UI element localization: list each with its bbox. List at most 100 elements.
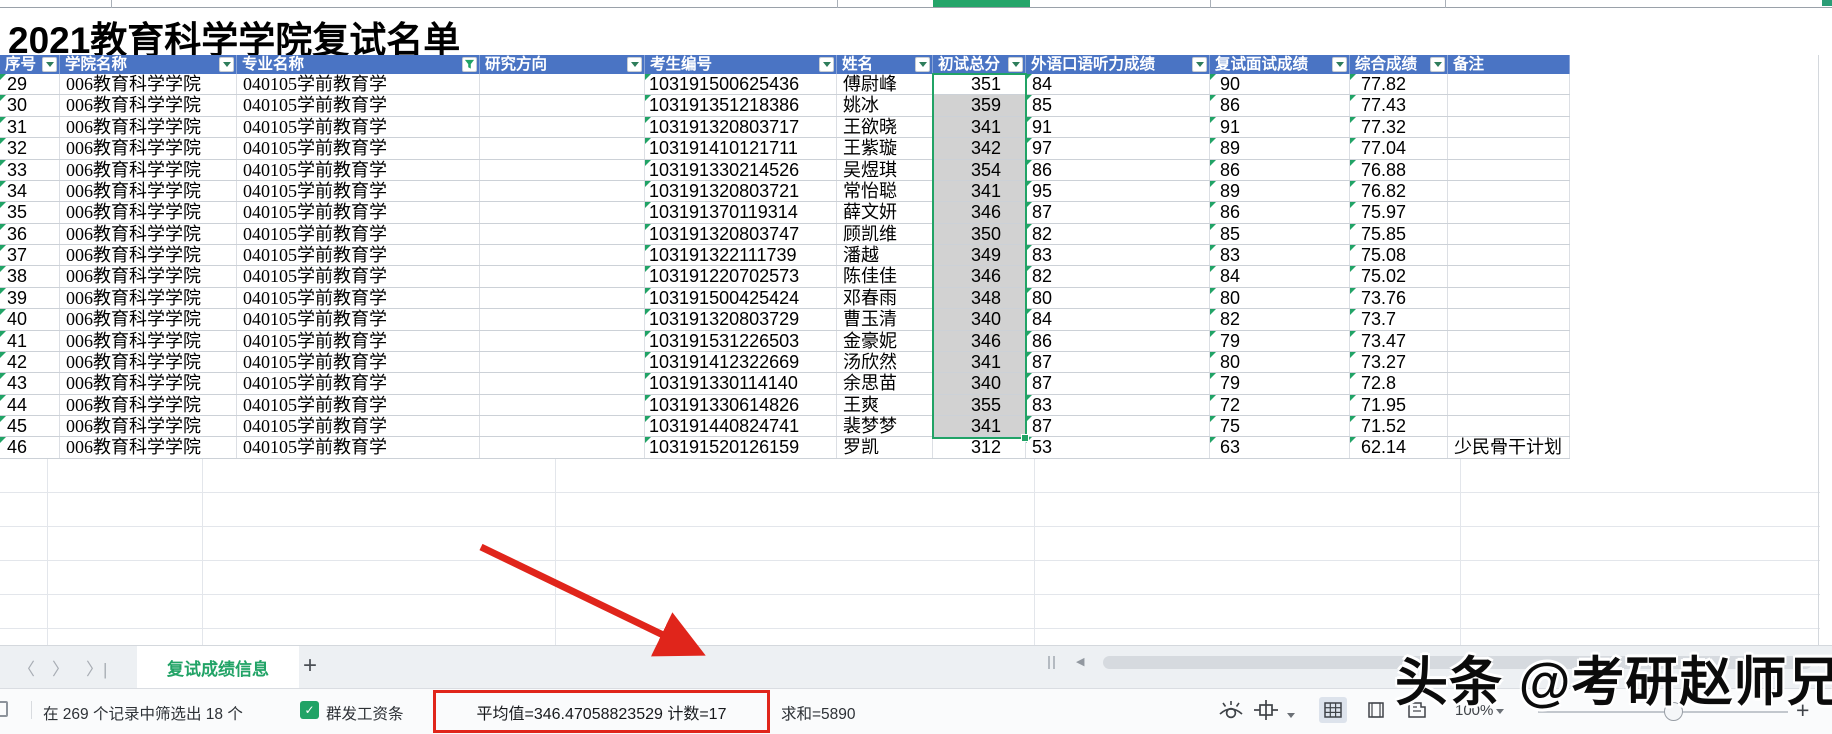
cell-direction[interactable] [480, 288, 645, 308]
cell-oral-score[interactable]: 91 [1026, 117, 1210, 137]
cell-remark[interactable] [1448, 288, 1570, 308]
cell-oral-score[interactable]: 84 [1026, 74, 1210, 94]
filter-dropdown-button[interactable] [627, 57, 642, 72]
cell-interview-score[interactable]: 91 [1210, 117, 1350, 137]
cell-remark[interactable] [1448, 416, 1570, 436]
cell-direction[interactable] [480, 202, 645, 222]
cell-direction[interactable] [480, 245, 645, 265]
cell-name[interactable]: 金豪妮 [837, 331, 933, 351]
cell-no[interactable]: 31 [0, 117, 60, 137]
cell-college[interactable]: 006教育科学学院 [60, 266, 237, 286]
cell-candidate-no[interactable]: 103191320803747 [645, 224, 837, 244]
cell-no[interactable]: 41 [0, 331, 60, 351]
cell-overall-score[interactable]: 75.02 [1350, 266, 1448, 286]
cell-overall-score[interactable]: 71.52 [1350, 416, 1448, 436]
cell-initial-score[interactable]: 350 [933, 224, 1026, 244]
cell-initial-score[interactable]: 340 [933, 373, 1026, 393]
sheet-tab-active[interactable]: 复试成绩信息 [137, 646, 299, 689]
cell-candidate-no[interactable]: 103191440824741 [645, 416, 837, 436]
cell-major[interactable]: 040105学前教育学 [237, 117, 480, 137]
cell-initial-score[interactable]: 341 [933, 352, 1026, 372]
cell-no[interactable]: 32 [0, 138, 60, 158]
cell-remark[interactable] [1448, 95, 1570, 115]
cell-candidate-no[interactable]: 103191330114140 [645, 373, 837, 393]
cell-candidate-no[interactable]: 103191330614826 [645, 395, 837, 415]
cell-direction[interactable] [480, 331, 645, 351]
header-initial-score[interactable]: 初试总分 [933, 55, 1026, 74]
cell-remark[interactable] [1448, 181, 1570, 201]
cell-candidate-no[interactable]: 103191322111739 [645, 245, 837, 265]
cell-name[interactable]: 陈佳佳 [837, 266, 933, 286]
sheet-nav-next-button[interactable]: 〉 [52, 655, 69, 680]
cell-major[interactable]: 040105学前教育学 [237, 288, 480, 308]
cell-overall-score[interactable]: 75.08 [1350, 245, 1448, 265]
cell-name[interactable]: 姚冰 [837, 95, 933, 115]
cell-candidate-no[interactable]: 103191320803729 [645, 309, 837, 329]
cell-oral-score[interactable]: 53 [1026, 437, 1210, 457]
cell-direction[interactable] [480, 437, 645, 457]
cell-initial-score[interactable]: 341 [933, 416, 1026, 436]
cell-candidate-no[interactable]: 103191500425424 [645, 288, 837, 308]
cell-interview-score[interactable]: 86 [1210, 202, 1350, 222]
cell-oral-score[interactable]: 87 [1026, 416, 1210, 436]
cell-candidate-no[interactable]: 103191320803721 [645, 181, 837, 201]
cell-college[interactable]: 006教育科学学院 [60, 309, 237, 329]
cell-overall-score[interactable]: 62.14 [1350, 437, 1448, 457]
cell-remark[interactable] [1448, 160, 1570, 180]
cell-initial-score[interactable]: 354 [933, 160, 1026, 180]
cell-initial-score[interactable]: 359 [933, 95, 1026, 115]
header-direction[interactable]: 研究方向 [480, 55, 645, 74]
cell-candidate-no[interactable]: 103191330214526 [645, 160, 837, 180]
add-sheet-button[interactable]: + [303, 652, 317, 680]
cell-initial-score[interactable]: 346 [933, 202, 1026, 222]
cell-interview-score[interactable]: 86 [1210, 95, 1350, 115]
cell-oral-score[interactable]: 87 [1026, 373, 1210, 393]
cell-no[interactable]: 40 [0, 309, 60, 329]
cell-oral-score[interactable]: 83 [1026, 245, 1210, 265]
cell-college[interactable]: 006教育科学学院 [60, 181, 237, 201]
cell-no[interactable]: 46 [0, 437, 60, 457]
cell-major[interactable]: 040105学前教育学 [237, 416, 480, 436]
header-overall-score[interactable]: 综合成绩 [1350, 55, 1448, 74]
cell-initial-score[interactable]: 348 [933, 288, 1026, 308]
cell-no[interactable]: 29 [0, 74, 60, 94]
cell-overall-score[interactable]: 73.76 [1350, 288, 1448, 308]
cell-major[interactable]: 040105学前教育学 [237, 437, 480, 457]
cell-overall-score[interactable]: 75.85 [1350, 224, 1448, 244]
cell-major[interactable]: 040105学前教育学 [237, 181, 480, 201]
cell-remark[interactable] [1448, 202, 1570, 222]
cell-name[interactable]: 潘越 [837, 245, 933, 265]
cell-major[interactable]: 040105学前教育学 [237, 395, 480, 415]
cell-remark[interactable] [1448, 331, 1570, 351]
cell-direction[interactable] [480, 395, 645, 415]
cell-no[interactable]: 38 [0, 266, 60, 286]
cell-candidate-no[interactable]: 103191500625436 [645, 74, 837, 94]
cell-interview-score[interactable]: 83 [1210, 245, 1350, 265]
cell-interview-score[interactable]: 89 [1210, 138, 1350, 158]
cell-college[interactable]: 006教育科学学院 [60, 288, 237, 308]
cell-overall-score[interactable]: 77.04 [1350, 138, 1448, 158]
cell-initial-score[interactable]: 351 [933, 74, 1026, 94]
cell-oral-score[interactable]: 85 [1026, 95, 1210, 115]
cell-remark[interactable] [1448, 117, 1570, 137]
cell-interview-score[interactable]: 82 [1210, 309, 1350, 329]
cell-name[interactable]: 余思苗 [837, 373, 933, 393]
cell-initial-score[interactable]: 342 [933, 138, 1026, 158]
cell-no[interactable]: 43 [0, 373, 60, 393]
cell-direction[interactable] [480, 74, 645, 94]
scroll-left-arrow-icon[interactable]: ◀ [1076, 655, 1084, 668]
cell-oral-score[interactable]: 87 [1026, 202, 1210, 222]
cell-direction[interactable] [480, 352, 645, 372]
filter-dropdown-button[interactable] [219, 57, 234, 72]
cell-college[interactable]: 006教育科学学院 [60, 437, 237, 457]
cell-interview-score[interactable]: 90 [1210, 74, 1350, 94]
cell-interview-score[interactable]: 75 [1210, 416, 1350, 436]
cell-name[interactable]: 吴煜琪 [837, 160, 933, 180]
filter-dropdown-button[interactable] [1430, 57, 1445, 72]
cell-remark[interactable] [1448, 245, 1570, 265]
cell-direction[interactable] [480, 416, 645, 436]
cell-name[interactable]: 常怡聪 [837, 181, 933, 201]
header-no[interactable]: 序号 [0, 55, 60, 74]
selection-fill-handle[interactable] [1021, 434, 1029, 442]
cell-remark[interactable] [1448, 266, 1570, 286]
